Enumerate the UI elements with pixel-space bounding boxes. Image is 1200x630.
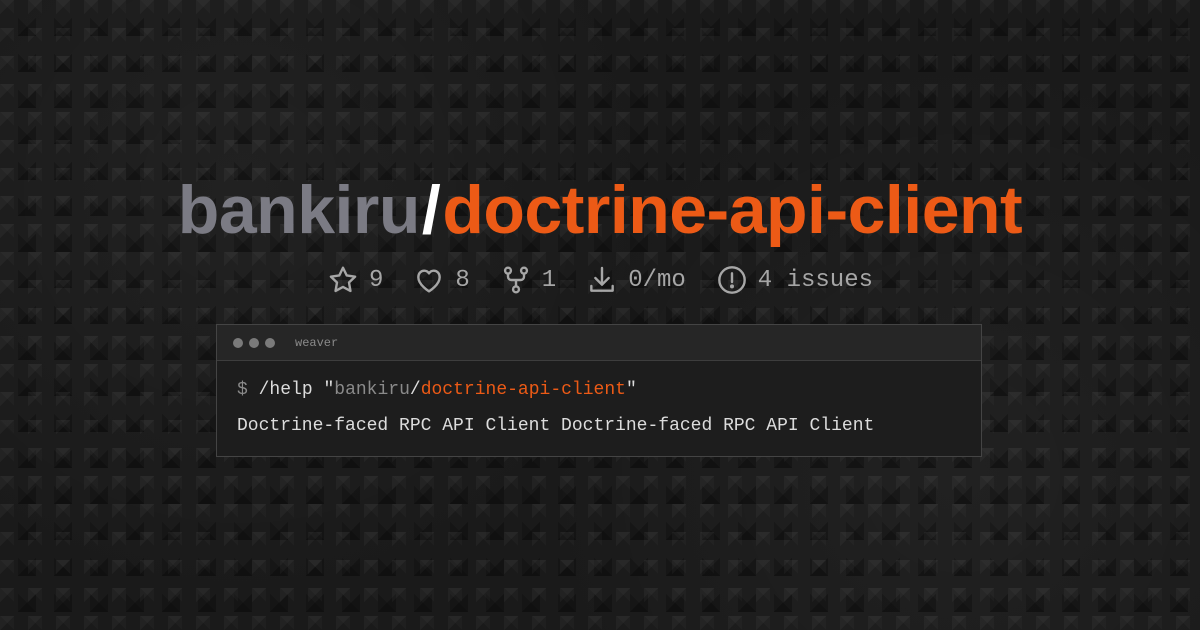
terminal-titlebar: weaver: [217, 325, 981, 361]
repo-owner: bankiru: [177, 172, 421, 248]
command-line: $ /help "bankiru/doctrine-api-client": [237, 379, 961, 401]
fork-icon: [503, 266, 528, 294]
stat-downloads: 0/mo: [586, 264, 686, 296]
alert-circle-icon: [717, 266, 746, 294]
quote-close: ": [625, 380, 637, 400]
terminal-output: Doctrine-faced RPC API Client Doctrine-f…: [237, 416, 875, 436]
stars-count: 9: [368, 266, 384, 294]
repo-name: doctrine-api-client: [442, 172, 1023, 248]
forks-count: 1: [541, 266, 557, 294]
heart-icon: [417, 269, 442, 293]
issues-count: 4 issues: [757, 266, 874, 294]
repo-title: bankiru/doctrine-api-client: [0, 168, 1200, 252]
stat-issues: 4 issues: [716, 264, 873, 296]
terminal-prompt: $: [237, 380, 248, 400]
likes-count: 8: [455, 266, 470, 294]
stat-stars: 9: [327, 264, 383, 296]
command-arg-owner: bankiru: [334, 380, 410, 400]
command-arg-repo: doctrine-api-client: [420, 380, 626, 400]
window-dot-icon: [233, 337, 243, 348]
stats-bar: 9 8 1 0/mo 4 issues: [0, 264, 1200, 296]
terminal-title: weaver: [295, 335, 339, 350]
downloads-count: 0/mo: [628, 266, 686, 294]
title-slash: /: [421, 172, 441, 248]
download-icon: [590, 266, 615, 292]
terminal-body: $ /help "bankiru/doctrine-api-client" Do…: [217, 361, 981, 437]
stat-likes: 8: [413, 264, 470, 296]
window-dot-icon: [265, 337, 275, 348]
star-icon: [329, 266, 357, 293]
terminal-window: weaver $ /help "bankiru/doctrine-api-cli…: [216, 324, 982, 457]
command-text: /help: [258, 380, 313, 400]
window-dot-icon: [249, 337, 259, 348]
command-arg-slash: /: [409, 380, 421, 400]
quote-open: ": [323, 380, 335, 400]
stat-forks: 1: [500, 264, 556, 296]
